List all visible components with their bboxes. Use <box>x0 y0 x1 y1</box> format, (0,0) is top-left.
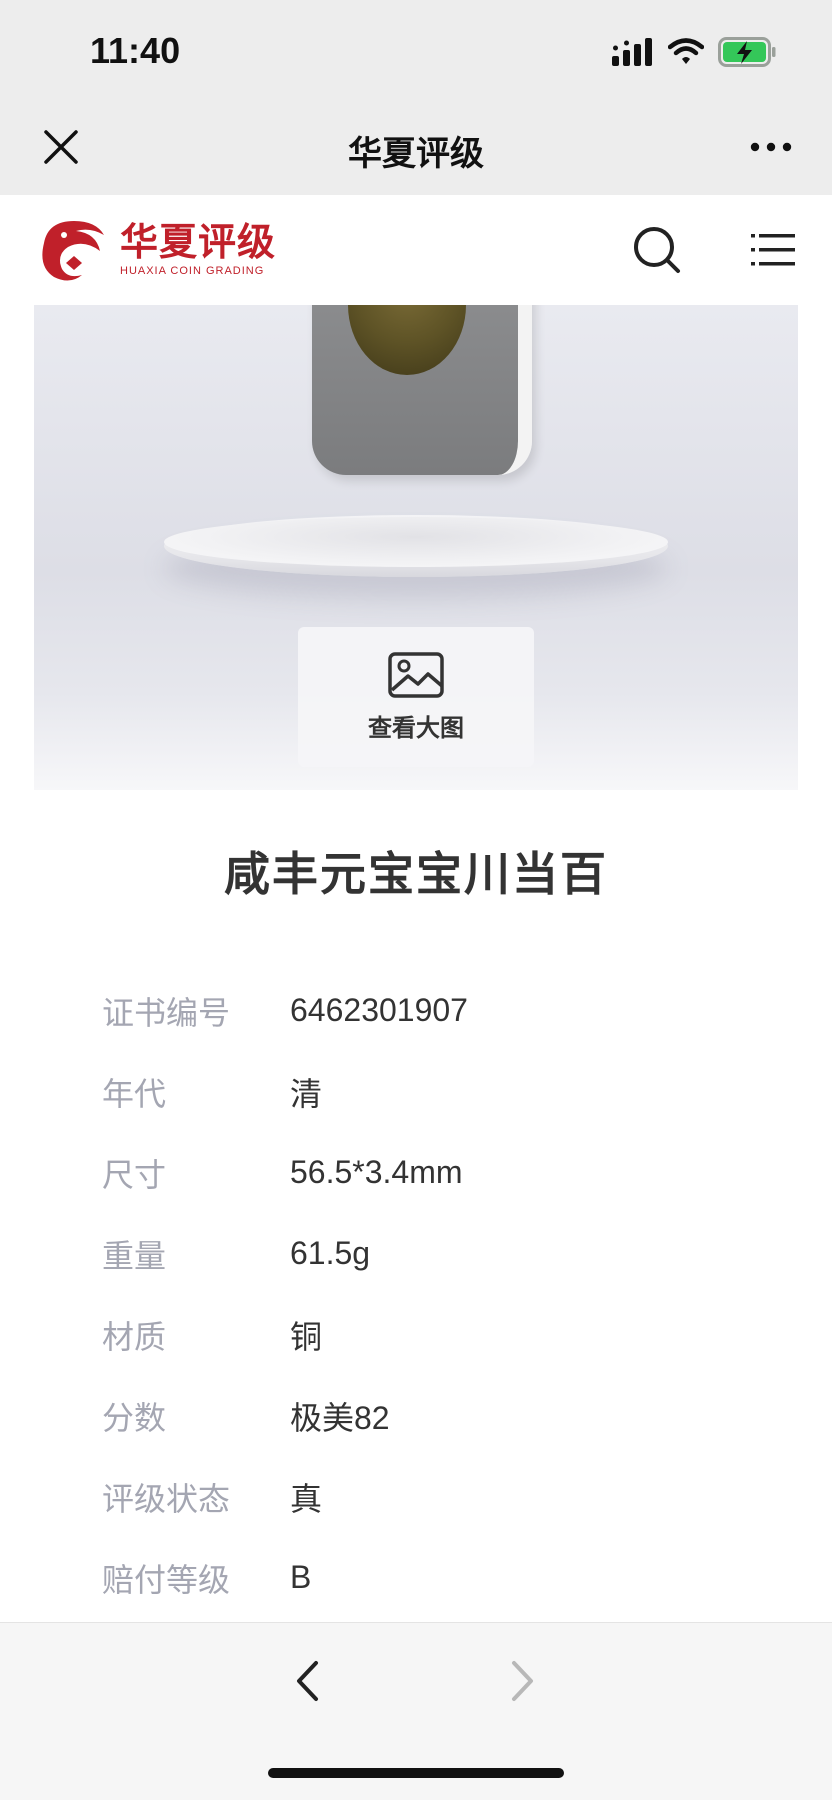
info-row-compensation-level: 赔付等级 B <box>102 1537 762 1618</box>
info-label: 尺寸 <box>102 1155 167 1194</box>
product-image[interactable]: 查看大图 <box>34 305 798 790</box>
coin-slab <box>312 305 532 475</box>
info-row-era: 年代 清 <box>102 1051 762 1132</box>
status-bar: 11:40 <box>0 0 832 100</box>
status-icons <box>612 36 776 72</box>
info-value: 真 <box>290 1480 323 1517</box>
site-header: 华夏评级 HUAXIA COIN GRADING <box>0 195 832 305</box>
info-value: 61.5g <box>290 1235 371 1271</box>
search-button[interactable] <box>630 223 684 277</box>
page-title: 华夏评级 <box>348 134 484 174</box>
info-value: 清 <box>290 1075 323 1112</box>
signal-icon <box>612 38 654 70</box>
status-time: 11:40 <box>90 30 181 71</box>
battery-charging-icon <box>718 37 776 71</box>
pedestal-top <box>164 517 668 567</box>
home-indicator[interactable] <box>268 1768 564 1778</box>
view-large-image-button[interactable]: 查看大图 <box>298 627 534 767</box>
image-icon <box>388 651 444 698</box>
info-label: 材质 <box>102 1317 167 1356</box>
info-value: 56.5*3.4mm <box>290 1154 463 1190</box>
chevron-right-icon <box>512 1661 533 1701</box>
info-row-score: 分数 极美82 <box>102 1375 762 1456</box>
info-row-grading-status: 评级状态 真 <box>102 1456 762 1537</box>
logo-subtitle: HUAXIA COIN GRADING <box>120 265 265 277</box>
info-label: 赔付等级 <box>102 1560 231 1599</box>
info-label: 年代 <box>102 1074 167 1113</box>
info-value: B <box>290 1559 312 1595</box>
info-value: 极美82 <box>290 1399 390 1436</box>
site-logo[interactable]: 华夏评级 HUAXIA COIN GRADING <box>34 213 276 285</box>
info-list: 证书编号 6462301907 年代 清 尺寸 56.5*3.4mm 重量 61… <box>102 970 762 1618</box>
info-value: 6462301907 <box>290 992 468 1028</box>
info-row-weight: 重量 61.5g <box>102 1213 762 1294</box>
chevron-left-icon <box>297 1661 318 1701</box>
coin-title: 咸丰元宝宝川当百 <box>224 847 608 901</box>
search-icon <box>634 227 680 273</box>
info-label: 证书编号 <box>102 993 231 1032</box>
forward-button[interactable] <box>498 1651 548 1711</box>
more-button[interactable] <box>746 124 796 170</box>
info-row-size: 尺寸 56.5*3.4mm <box>102 1132 762 1213</box>
info-row-certificate: 证书编号 6462301907 <box>102 970 762 1051</box>
info-row-material: 材质 铜 <box>102 1294 762 1375</box>
info-label: 评级状态 <box>102 1479 231 1518</box>
info-label: 重量 <box>102 1236 167 1275</box>
info-label: 分数 <box>102 1398 167 1437</box>
menu-button[interactable] <box>746 223 800 277</box>
menu-icon <box>751 234 795 266</box>
view-large-image-label: 查看大图 <box>368 713 464 742</box>
info-value: 铜 <box>290 1318 323 1355</box>
logo-text: 华夏评级 <box>120 220 277 264</box>
dragon-logo-icon <box>42 221 104 281</box>
more-icon <box>750 142 792 152</box>
wifi-icon <box>667 38 705 70</box>
back-button[interactable] <box>282 1651 332 1711</box>
title-bar: 华夏评级 <box>0 100 832 195</box>
coin-image <box>348 305 466 375</box>
